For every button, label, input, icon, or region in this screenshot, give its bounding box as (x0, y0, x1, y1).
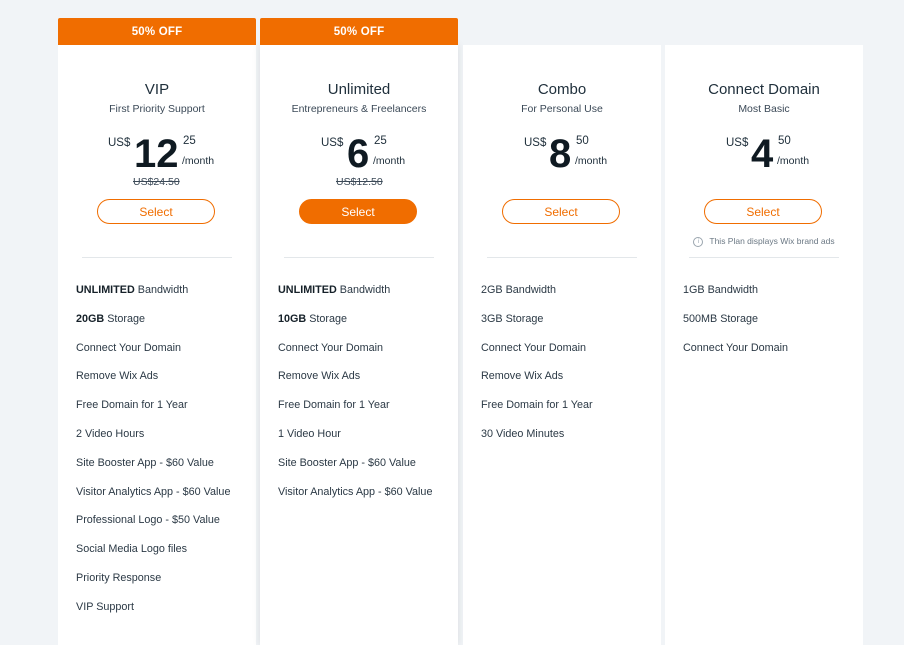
divider (284, 257, 434, 258)
divider (82, 257, 232, 258)
feature-item: UNLIMITED Bandwidth (76, 284, 189, 296)
currency-label: US$ (726, 137, 749, 149)
plan-name: VIP (144, 81, 170, 98)
price-whole: 12 (134, 132, 179, 176)
discount-badge: 50% OFF (260, 18, 458, 45)
feature-item: Site Booster App - $60 Value (76, 456, 214, 469)
info-icon: i (693, 236, 704, 247)
feature-item: Priority Response (76, 571, 162, 584)
feature-item: Visitor Analytics App - $60 Value (278, 485, 433, 498)
feature-item: Remove Wix Ads (76, 370, 159, 383)
feature-item: Professional Logo - $50 Value (76, 514, 220, 527)
feature-item: 500MB Storage (683, 312, 759, 325)
price-cents: 50 (778, 135, 791, 147)
price-period: /month (373, 155, 406, 167)
price-whole: 6 (347, 132, 370, 176)
brand-ads-note-text: This Plan displays Wix brand ads (709, 236, 835, 246)
feature-item: Free Domain for 1 Year (278, 399, 390, 412)
feature-item: Connect Your Domain (683, 341, 789, 354)
feature-item: Connect Your Domain (76, 341, 182, 354)
currency-label: US$ (108, 137, 131, 149)
plan-subtitle: Entrepreneurs & Freelancers (291, 103, 427, 115)
brand-ads-note: i This Plan displays Wix brand ads (665, 236, 863, 247)
plan-card-vip: 50% OFF VIP First Priority Support US$ 1… (58, 18, 256, 645)
select-button[interactable]: Select (502, 199, 620, 224)
plan-card-combo: Combo For Personal Use US$ 8 50 /month S… (463, 45, 661, 645)
select-button[interactable]: Select (704, 199, 822, 224)
select-button[interactable]: Select (299, 199, 417, 224)
plan-subtitle: Most Basic (738, 103, 790, 115)
feature-item: 3GB Storage (481, 312, 544, 325)
feature-item: 20GB Storage (76, 312, 146, 325)
feature-item: 10GB Storage (278, 312, 348, 325)
discount-badge: 50% OFF (58, 18, 256, 45)
currency-label: US$ (524, 137, 547, 149)
original-price: US$24.50 (133, 176, 180, 188)
feature-item: 1GB Bandwidth (683, 284, 759, 296)
plan-name: Unlimited (327, 81, 391, 98)
plan-price: US$ 12 25 /month (58, 132, 256, 177)
currency-label: US$ (321, 137, 344, 149)
price-whole: 8 (549, 132, 572, 176)
divider (487, 257, 637, 258)
original-price: US$12.50 (336, 176, 383, 188)
feature-item: 30 Video Minutes (481, 427, 565, 440)
plan-name: Connect Domain (708, 81, 820, 98)
plan-name: Combo (537, 81, 587, 98)
select-button[interactable]: Select (97, 199, 215, 224)
feature-item: 1 Video Hour (278, 427, 341, 440)
price-period: /month (777, 155, 810, 167)
price-whole: 4 (751, 132, 774, 176)
price-cents: 50 (576, 135, 589, 147)
feature-item: 2 Video Hours (76, 427, 145, 440)
feature-list: UNLIMITED Bandwidth 10GB Storage Connect… (278, 284, 452, 514)
feature-item: Free Domain for 1 Year (76, 399, 188, 412)
feature-list: 1GB Bandwidth 500MB Storage Connect Your… (683, 284, 857, 370)
feature-list: UNLIMITED Bandwidth 20GB Storage Connect… (76, 284, 250, 630)
plan-price: US$ 4 50 /month (665, 132, 863, 177)
feature-item: Remove Wix Ads (278, 370, 361, 383)
feature-item: Visitor Analytics App - $60 Value (76, 485, 231, 498)
feature-item: Remove Wix Ads (481, 370, 564, 383)
price-period: /month (575, 155, 608, 167)
price-cents: 25 (183, 135, 196, 147)
plan-subtitle: First Priority Support (109, 103, 205, 115)
plan-card-connect-domain: Connect Domain Most Basic US$ 4 50 /mont… (665, 45, 863, 645)
feature-item: 2GB Bandwidth (481, 284, 557, 296)
feature-item: Site Booster App - $60 Value (278, 456, 416, 469)
feature-item: Social Media Logo files (76, 543, 188, 556)
feature-item: Connect Your Domain (278, 341, 384, 354)
feature-item: Connect Your Domain (481, 341, 587, 354)
feature-item: VIP Support (76, 600, 135, 613)
divider (689, 257, 839, 258)
feature-list: 2GB Bandwidth 3GB Storage Connect Your D… (481, 284, 655, 457)
feature-item: Free Domain for 1 Year (481, 399, 593, 412)
price-period: /month (182, 155, 215, 167)
price-cents: 25 (374, 135, 387, 147)
feature-item: UNLIMITED Bandwidth (278, 284, 391, 296)
plan-card-unlimited: 50% OFF Unlimited Entrepreneurs & Freela… (260, 18, 458, 645)
plan-subtitle: For Personal Use (521, 103, 603, 115)
plan-price: US$ 6 25 /month (260, 132, 458, 177)
plan-price: US$ 8 50 /month (463, 132, 661, 177)
